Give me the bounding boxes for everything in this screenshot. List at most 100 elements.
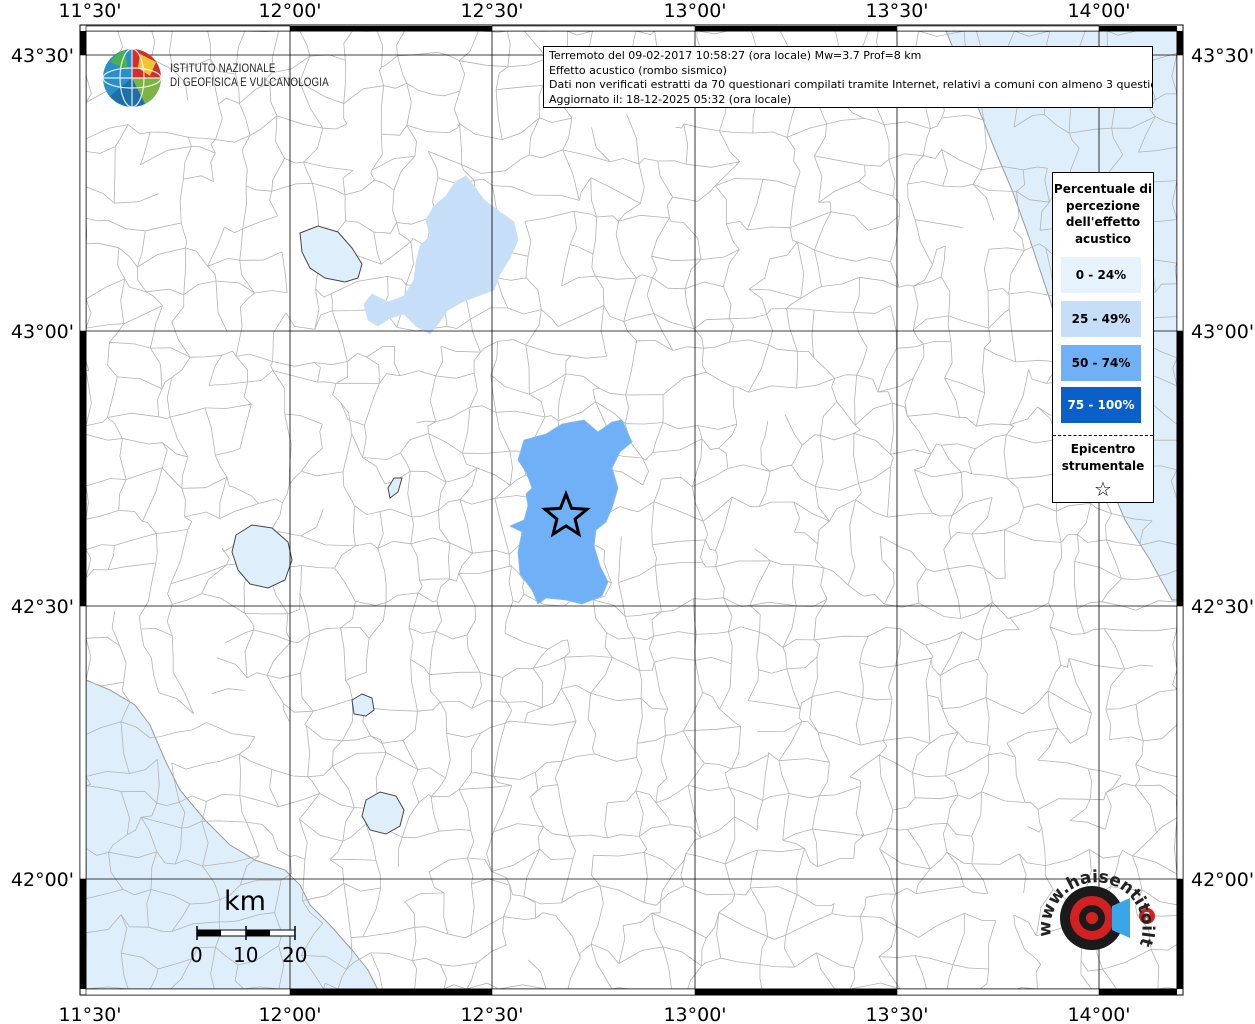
municipal-border [892, 195, 900, 216]
municipal-border [497, 339, 527, 346]
municipal-border [206, 793, 240, 802]
event-info-line1: Terremoto del 09-02-2017 10:58:27 (ora l… [549, 49, 922, 62]
municipal-border [525, 277, 542, 310]
municipal-border [568, 836, 576, 859]
municipal-border [303, 161, 313, 184]
municipal-border [182, 146, 192, 180]
municipal-border [86, 569, 109, 579]
municipal-border [1102, 949, 1152, 970]
municipal-border [941, 443, 976, 450]
municipal-border [719, 130, 753, 134]
municipal-border [246, 821, 260, 856]
municipal-border [793, 564, 824, 569]
municipal-border [686, 853, 726, 865]
municipal-border [561, 684, 591, 694]
municipal-border [380, 85, 385, 135]
municipal-border [587, 693, 597, 735]
municipal-border [539, 848, 574, 860]
ingv-logo-icon [102, 48, 162, 108]
municipal-border [813, 639, 820, 657]
municipal-border [239, 103, 251, 136]
municipal-border [831, 902, 835, 914]
municipal-border [759, 964, 763, 989]
municipal-border [439, 701, 447, 734]
municipal-border [150, 347, 163, 389]
municipal-border [299, 565, 302, 594]
municipal-border [1013, 914, 1037, 937]
municipal-border [430, 777, 446, 797]
municipal-border [653, 631, 697, 637]
municipal-border [756, 632, 760, 670]
municipal-border [651, 912, 707, 939]
municipal-border [642, 457, 649, 486]
municipal-border [732, 386, 738, 425]
felt-area-50-74 [509, 419, 633, 605]
municipal-border [853, 424, 861, 434]
lat-label-left-4230: 42°30' [11, 596, 74, 618]
municipal-border [545, 415, 559, 422]
municipal-border [525, 256, 529, 278]
municipal-border [662, 946, 702, 967]
municipal-border [370, 170, 375, 181]
municipal-border [332, 383, 342, 404]
municipal-border [379, 508, 413, 518]
municipal-border [618, 214, 670, 222]
municipal-border [593, 599, 626, 617]
municipal-border [1135, 600, 1177, 611]
municipal-border [429, 631, 437, 675]
municipal-border [865, 893, 896, 898]
municipal-border [410, 659, 430, 675]
municipal-border [1037, 798, 1091, 810]
municipal-border [1121, 578, 1149, 581]
municipal-border [496, 85, 543, 90]
municipal-border [431, 789, 460, 798]
municipal-border [767, 934, 786, 940]
municipal-border [1060, 658, 1070, 668]
lat-label-left-4200: 42°00' [11, 869, 74, 891]
municipal-border [86, 124, 129, 140]
municipal-border [373, 232, 382, 265]
municipal-border [206, 722, 255, 738]
municipal-border [719, 708, 741, 727]
municipal-border [1005, 424, 1015, 436]
municipal-border [247, 370, 274, 383]
municipal-border [189, 137, 216, 140]
municipal-border [856, 256, 891, 262]
municipal-border [819, 786, 861, 797]
municipal-border [479, 671, 503, 678]
municipal-border [181, 456, 189, 489]
municipal-border [117, 376, 163, 390]
municipal-border [683, 123, 689, 165]
municipal-border [370, 952, 413, 961]
municipal-border [181, 488, 186, 517]
municipal-border [334, 545, 356, 569]
municipal-border [1101, 578, 1122, 603]
municipal-border [929, 851, 948, 870]
municipal-border [303, 161, 353, 171]
municipal-border [596, 215, 619, 222]
municipal-border [437, 482, 447, 511]
municipal-border [618, 925, 626, 964]
municipal-border [109, 323, 125, 343]
municipal-border [1009, 369, 1030, 425]
municipal-border [469, 372, 478, 408]
municipal-border [557, 373, 567, 421]
municipal-border [814, 249, 857, 262]
lon-label-top-1200: 12°00' [258, 0, 321, 22]
municipal-border [402, 740, 419, 770]
municipal-border [329, 841, 344, 860]
municipal-border [114, 124, 129, 147]
municipal-border [120, 278, 126, 324]
municipal-border [1057, 727, 1071, 744]
municipal-border [729, 314, 767, 320]
municipal-border [620, 254, 637, 279]
legend-epicenter-label: Epicentro strumentale [1061, 442, 1145, 473]
municipal-border [1172, 669, 1177, 690]
municipal-border [728, 631, 733, 664]
municipal-border [86, 278, 126, 300]
municipal-border [701, 438, 719, 450]
municipal-border [271, 158, 285, 192]
municipal-border [167, 583, 173, 605]
municipal-border [239, 404, 252, 449]
municipal-border [762, 754, 769, 801]
